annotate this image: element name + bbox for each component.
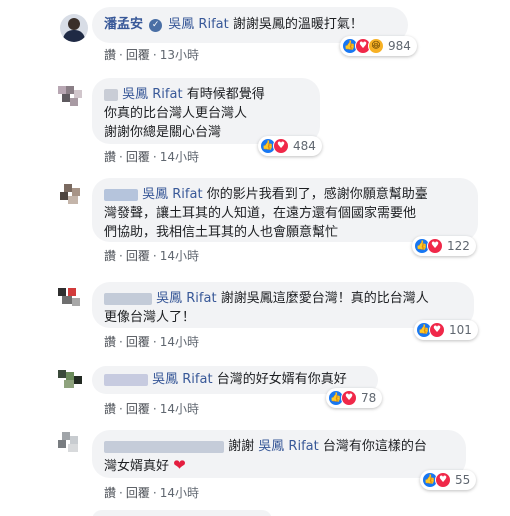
timestamp[interactable]: 14小時 bbox=[160, 150, 199, 164]
comment-text-line: 有時候都覺得 bbox=[186, 87, 265, 102]
mention-tag[interactable]: 吳鳳 Rifat bbox=[152, 372, 212, 387]
reaction-count: 484 bbox=[293, 139, 316, 153]
like-button[interactable]: 讚 bbox=[104, 335, 116, 349]
comment-text-line: 們協助，我相信土耳其的人也會願意幫忙 bbox=[104, 225, 339, 240]
reaction-summary[interactable]: 👍 ♥ 55 bbox=[420, 470, 477, 490]
comment-text-line: 更像台灣人了！ bbox=[104, 310, 196, 325]
comment-actions: 讚 · 回覆 · 14小時 bbox=[104, 402, 199, 416]
like-button[interactable]: 讚 bbox=[104, 402, 116, 416]
comment-bubble: 吳鳳 Rifat 你的影片我看到了，感謝你願意幫助臺 灣發聲，讓土耳其的人知道，… bbox=[92, 178, 478, 242]
love-icon: ♥ bbox=[341, 390, 357, 406]
reaction-count: 122 bbox=[447, 239, 470, 253]
comment-author[interactable]: 潘孟安 bbox=[104, 17, 143, 32]
mention-tag[interactable]: 吳鳳 Rifat bbox=[168, 17, 228, 32]
comment-text-line: 灣發聲，讓土耳其的人知道，在遠方還有個國家需要他 bbox=[104, 206, 417, 221]
redacted-name bbox=[104, 373, 148, 386]
comment-text-line: 台灣的好女婿有你真好 bbox=[216, 372, 347, 387]
reply-button[interactable]: 回覆 bbox=[126, 249, 150, 263]
comment-text-line: 台灣有你這樣的台 bbox=[322, 439, 427, 454]
timestamp[interactable]: 14小時 bbox=[160, 335, 199, 349]
love-icon: ♥ bbox=[273, 138, 289, 154]
reply-button[interactable]: 回覆 bbox=[126, 150, 150, 164]
love-icon: ♥ bbox=[435, 472, 451, 488]
like-button[interactable]: 讚 bbox=[104, 150, 116, 164]
reaction-summary[interactable]: 👍 ♥ 101 bbox=[414, 320, 478, 340]
comment-text: 謝謝吳鳳的溫暖打氣！ bbox=[232, 17, 363, 32]
comment-actions: 讚 · 回覆 · 14小時 bbox=[104, 249, 199, 263]
reaction-summary[interactable]: 👍 ♥ 😆 984 bbox=[340, 36, 417, 56]
like-button[interactable]: 讚 bbox=[104, 48, 116, 62]
comment-text-line: 你的影片我看到了，感謝你願意幫助臺 bbox=[206, 187, 428, 202]
comment-bubble: 謝謝 吳鳳 Rifat 台灣有你這樣的台 灣女婿真好 ❤ bbox=[92, 430, 466, 478]
avatar[interactable] bbox=[58, 288, 84, 310]
reaction-count: 984 bbox=[388, 39, 411, 53]
timestamp[interactable]: 14小時 bbox=[160, 402, 199, 416]
comment-text-line: 謝謝吳鳳這麼愛台灣！真的比台灣人 bbox=[220, 291, 429, 306]
heart-icon: ❤ bbox=[173, 456, 186, 474]
reaction-summary[interactable]: 👍 ♥ 78 bbox=[326, 388, 383, 408]
comment-actions: 讚 · 回覆 · 14小時 bbox=[104, 335, 199, 349]
avatar[interactable] bbox=[58, 370, 84, 392]
comment-text-line: 你真的比台灣人更台灣人 bbox=[104, 106, 248, 121]
comment-text-lead: 謝謝 bbox=[228, 439, 255, 454]
reaction-count: 55 bbox=[455, 473, 471, 487]
love-icon: ♥ bbox=[429, 322, 445, 338]
reply-button[interactable]: 回覆 bbox=[126, 48, 150, 62]
mention-tag[interactable]: 吳鳳 Rifat bbox=[142, 187, 202, 202]
reaction-summary[interactable]: 👍 ♥ 122 bbox=[412, 236, 476, 256]
comment-actions: 讚 · 回覆 · 13小時 bbox=[104, 48, 199, 62]
avatar[interactable] bbox=[58, 184, 84, 206]
reaction-summary[interactable]: 👍 ♥ 484 bbox=[258, 136, 322, 156]
reply-button[interactable]: 回覆 bbox=[126, 486, 150, 500]
reaction-count: 78 bbox=[361, 391, 377, 405]
redacted-name bbox=[104, 188, 138, 201]
comment-actions: 讚 · 回覆 · 14小時 bbox=[104, 486, 199, 500]
comment-actions: 讚 · 回覆 · 14小時 bbox=[104, 150, 199, 164]
timestamp[interactable]: 14小時 bbox=[160, 249, 199, 263]
mention-tag[interactable]: 吳鳳 Rifat bbox=[122, 87, 182, 102]
haha-icon: 😆 bbox=[368, 38, 384, 54]
redacted-name bbox=[104, 440, 224, 453]
like-button[interactable]: 讚 bbox=[104, 486, 116, 500]
like-button[interactable]: 讚 bbox=[104, 249, 116, 263]
verified-badge-icon: ✓ bbox=[149, 19, 163, 32]
mention-tag[interactable]: 吳鳳 Rifat bbox=[258, 439, 318, 454]
love-icon: ♥ bbox=[427, 238, 443, 254]
timestamp[interactable]: 13小時 bbox=[160, 48, 199, 62]
next-comment-bubble bbox=[92, 510, 272, 516]
reply-button[interactable]: 回覆 bbox=[126, 335, 150, 349]
mention-tag[interactable]: 吳鳳 Rifat bbox=[156, 291, 216, 306]
timestamp[interactable]: 14小時 bbox=[160, 486, 199, 500]
redacted-name bbox=[104, 292, 152, 305]
avatar[interactable] bbox=[58, 432, 84, 454]
comment-text-line: 灣女婿真好 bbox=[104, 459, 170, 474]
comment-bubble: 吳鳳 Rifat 謝謝吳鳳這麼愛台灣！真的比台灣人 更像台灣人了！ bbox=[92, 282, 474, 328]
redacted-name bbox=[104, 88, 118, 101]
comment-bubble: 吳鳳 Rifat 有時候都覺得 你真的比台灣人更台灣人 謝謝你總是關心台灣 bbox=[92, 78, 320, 144]
reply-button[interactable]: 回覆 bbox=[126, 402, 150, 416]
avatar[interactable] bbox=[58, 86, 84, 108]
reaction-count: 101 bbox=[449, 323, 472, 337]
avatar[interactable] bbox=[60, 14, 88, 42]
comment-text-line: 謝謝你總是關心台灣 bbox=[104, 125, 222, 140]
